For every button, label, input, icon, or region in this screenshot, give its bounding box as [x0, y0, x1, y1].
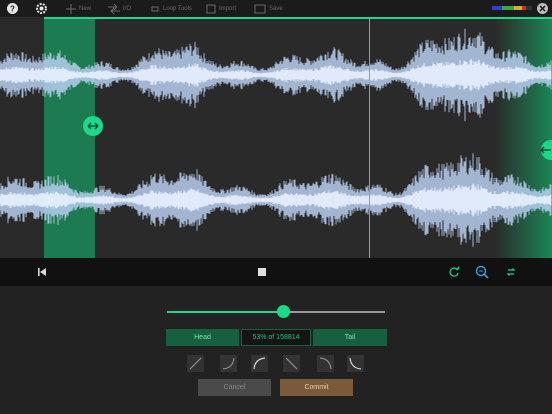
- head-button[interactable]: Head: [166, 329, 239, 346]
- playhead-line: [369, 17, 370, 258]
- zoom-icon[interactable]: [474, 264, 490, 280]
- selection-top-line: [44, 17, 552, 19]
- import-icon: [206, 4, 216, 13]
- position-readout: 53% of 158814: [241, 329, 311, 346]
- waveform-view[interactable]: [0, 17, 552, 258]
- loop-refresh-icon[interactable]: [446, 264, 462, 280]
- new-button[interactable]: New: [66, 2, 91, 15]
- slider-thumb[interactable]: [277, 305, 290, 318]
- import-label: Import: [219, 5, 237, 12]
- position-slider[interactable]: [167, 305, 385, 318]
- top-toolbar: ? New I/O Loop Tools Import Save: [0, 0, 552, 17]
- transport-bar: [0, 258, 552, 286]
- segment-control: Head 53% of 158814 Tail: [166, 329, 387, 346]
- head-region: [44, 17, 95, 258]
- curve-convex-icon[interactable]: [220, 355, 237, 372]
- import-button[interactable]: Import: [206, 2, 236, 15]
- commit-button[interactable]: Commit: [280, 379, 353, 396]
- save-label: Save: [269, 5, 283, 12]
- io-button[interactable]: I/O: [108, 2, 131, 15]
- stop-icon[interactable]: [254, 264, 270, 280]
- save-icon: [254, 4, 266, 13]
- level-meter: [492, 6, 532, 10]
- curve-linear-up-icon[interactable]: [187, 355, 204, 372]
- gear-icon[interactable]: [35, 2, 48, 15]
- close-icon[interactable]: [536, 2, 549, 15]
- repeat-icon[interactable]: [503, 264, 519, 280]
- loop-tools-button[interactable]: Loop Tools: [150, 2, 192, 15]
- curve-linear-down-icon[interactable]: [283, 355, 300, 372]
- skip-to-start-icon[interactable]: [34, 264, 50, 280]
- slider-rest: [283, 311, 385, 313]
- io-icon: [108, 3, 120, 14]
- loop-tools-label: Loop Tools: [163, 5, 192, 12]
- curve-convex-down-icon[interactable]: [317, 355, 334, 372]
- new-label: New: [79, 5, 92, 12]
- curve-concave-down-icon[interactable]: [347, 355, 364, 372]
- curve-concave-up-icon[interactable]: [251, 355, 268, 372]
- plus-icon: [66, 3, 76, 14]
- tail-button[interactable]: Tail: [313, 329, 387, 346]
- slider-fill: [167, 311, 283, 313]
- io-label: I/O: [123, 5, 132, 12]
- cancel-button[interactable]: Cancel: [198, 379, 271, 396]
- waveform-canvas[interactable]: [0, 17, 552, 258]
- save-button[interactable]: Save: [254, 2, 283, 15]
- loop-icon: [151, 6, 159, 11]
- svg-text:?: ?: [10, 4, 15, 13]
- fade-panel: Head 53% of 158814 Tail Cancel Commit: [0, 286, 552, 414]
- help-icon[interactable]: ?: [6, 2, 19, 15]
